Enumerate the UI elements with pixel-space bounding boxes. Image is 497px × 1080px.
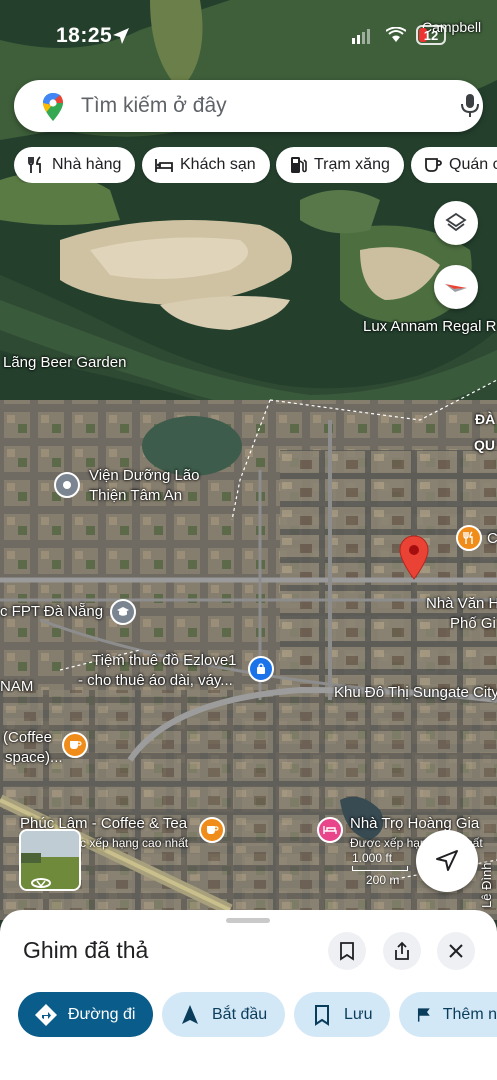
status-bar: 18:25 12 [0, 0, 497, 72]
search-bar[interactable]: Tìm kiếm ở đây [14, 80, 483, 132]
directions-icon [35, 1003, 57, 1026]
chip-label: Quán c [449, 156, 497, 173]
add-label-button[interactable]: Thêm n [399, 992, 497, 1037]
chip-restaurants[interactable]: Nhà hàng [14, 147, 136, 183]
map-label-khu-do-thi[interactable]: Khu Đô Thị Sungate City [334, 684, 497, 702]
layers-icon [445, 212, 467, 232]
wifi-icon [386, 27, 406, 42]
status-time: 18:25 [56, 24, 113, 47]
bookmark-icon [315, 1004, 329, 1026]
map-label-da: ĐÀ [475, 411, 496, 427]
bottom-sheet[interactable]: Ghim đã thả Đường đi Bắt đầu Lưu Thêm n [0, 910, 497, 1080]
map-scale: 1.000 ft 200 m [352, 851, 408, 887]
poi-marker-cafe-phuc-lam[interactable] [199, 817, 225, 843]
map-label-tiem-thue-1[interactable]: Tiệm thuê đồ Ezlove1 [92, 652, 237, 670]
chip-label: Nhà hàng [52, 156, 122, 173]
close-icon [449, 944, 463, 958]
place-dot-icon [63, 481, 71, 489]
dropped-pin-icon[interactable] [398, 535, 430, 581]
poi-marker-shop[interactable] [248, 656, 274, 682]
scale-m: 200 m [366, 873, 400, 887]
save-icon-button[interactable] [328, 932, 366, 970]
compass-icon [445, 284, 467, 292]
map-label-vien-duong-lao-2[interactable]: Thiện Tâm An [89, 487, 182, 505]
bed-icon [155, 159, 173, 172]
chip-gas-stations[interactable]: Trạm xăng [276, 147, 404, 183]
bookmark-icon [340, 942, 354, 961]
search-input[interactable]: Tìm kiếm ở đây [81, 94, 227, 118]
start-button[interactable]: Bắt đầu [162, 992, 285, 1037]
battery-level: 12 [423, 27, 439, 43]
bed-icon [323, 826, 337, 834]
coffee-cup-icon [70, 741, 82, 749]
gas-pump-icon [291, 157, 307, 173]
save-button[interactable]: Lưu [294, 992, 390, 1037]
map-label-qu: QU [474, 437, 495, 453]
map-label-fpt[interactable]: c FPT Đà Nẵng [0, 603, 103, 621]
battery-indicator: 12 [416, 25, 446, 45]
shopping-bag-icon [257, 663, 265, 674]
scale-bar [352, 866, 408, 871]
navigation-arrow-icon [436, 850, 458, 871]
poi-marker-vien-duong-lao[interactable] [54, 472, 80, 498]
start-label: Bắt đầu [212, 1005, 268, 1023]
cellular-signal-icon [352, 29, 370, 44]
coffee-cup-icon [207, 826, 219, 834]
poi-marker-cafe-left[interactable] [62, 732, 88, 758]
poi-marker-hotel[interactable] [317, 817, 343, 843]
chip-label: Trạm xăng [314, 156, 390, 173]
directions-label: Đường đi [68, 1005, 136, 1023]
flag-icon [417, 1007, 430, 1022]
map-label-nha-van-hoa-2[interactable]: Phố Gi [450, 615, 496, 633]
map-label-nha-van-hoa-1[interactable]: Nhà Văn H [426, 595, 497, 613]
chip-label: Khách sạn [180, 156, 256, 173]
google-maps-logo-icon [43, 93, 63, 121]
navigation-arrow-icon [182, 1004, 198, 1024]
category-chips: Nhà hàng Khách sạn Trạm xăng Quán c [14, 147, 497, 183]
add-label-label: Thêm n [442, 1005, 497, 1023]
microphone-icon[interactable] [458, 93, 482, 119]
poi-marker-restaurant[interactable] [456, 525, 482, 551]
graduation-cap-icon [117, 607, 129, 616]
map-label-c-right: C [487, 530, 497, 547]
share-button[interactable] [383, 932, 421, 970]
map-label-tiem-thue-2[interactable]: - cho thuê áo dài, váy... [78, 672, 233, 690]
compass-button[interactable] [434, 265, 478, 309]
fork-knife-icon [28, 156, 41, 173]
map-label-coffee-2[interactable]: space)... [5, 749, 63, 767]
directions-button[interactable]: Đường đi [18, 992, 153, 1037]
map-label-nha-tro[interactable]: Nhà Trọ Hoàng Gia [350, 815, 479, 833]
scale-ft: 1.000 ft [352, 851, 393, 865]
map-label-lang-beer-garden[interactable]: Lãng Beer Garden [3, 354, 126, 372]
map-label-phuc-lam-sub: c xếp hạng cao nhất [80, 836, 189, 850]
layers-button[interactable] [434, 201, 478, 245]
map-label-coffee-1[interactable]: (Coffee [3, 729, 52, 747]
street-view-thumbnail[interactable] [19, 829, 81, 891]
street-view-scene [21, 831, 79, 889]
close-button[interactable] [437, 932, 475, 970]
map-label-nam: NAM [0, 678, 34, 695]
chip-cafes[interactable]: Quán c [411, 147, 497, 183]
chip-hotels[interactable]: Khách sạn [142, 147, 270, 183]
location-arrow-icon [113, 28, 129, 44]
map-label-lux-annam[interactable]: Lux Annam Regal R [363, 318, 496, 336]
sheet-title: Ghim đã thả [23, 937, 149, 963]
coffee-cup-icon [425, 158, 442, 172]
map-label-vien-duong-lao-1[interactable]: Viện Dưỡng Lão [89, 467, 200, 485]
share-icon [395, 941, 409, 960]
poi-marker-school[interactable] [110, 599, 136, 625]
fork-knife-icon [463, 531, 473, 544]
save-label: Lưu [344, 1005, 373, 1023]
map-label-le-dinh: Lê Đình [479, 862, 494, 908]
sheet-drag-handle[interactable] [226, 918, 270, 923]
my-location-button[interactable] [416, 830, 478, 892]
